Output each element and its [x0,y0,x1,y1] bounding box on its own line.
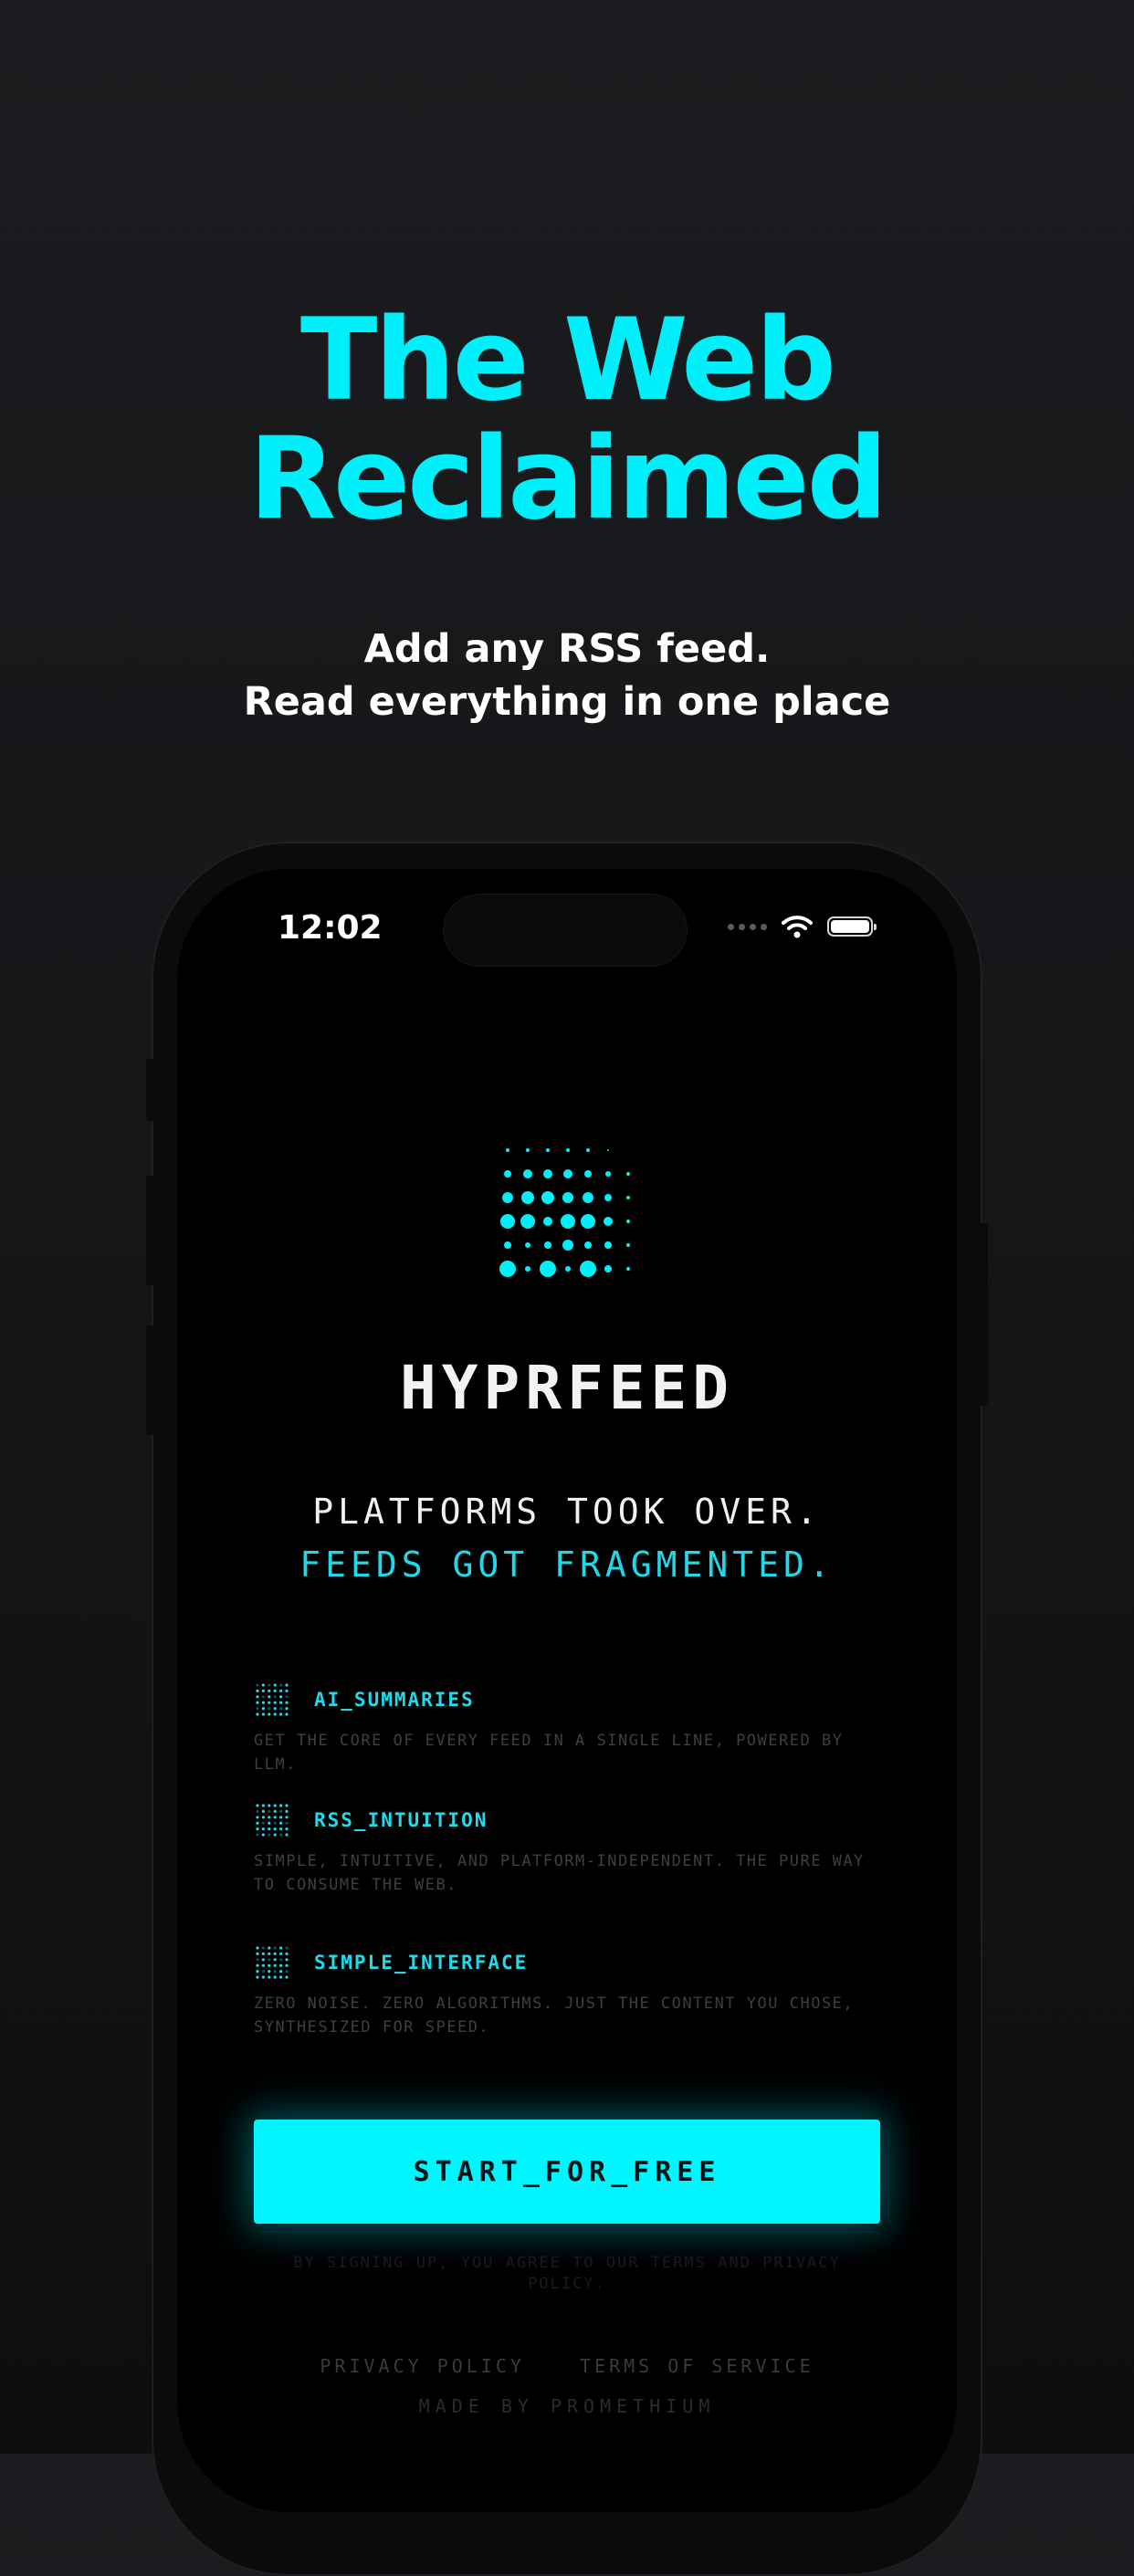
hero-subtitle: Add any RSS feed. Read everything in one… [0,623,1134,728]
battery-icon [827,916,877,937]
cellular-signal-icon [728,923,767,930]
feature-simple-interface: SIMPLE_INTERFACE ZERO NOISE. ZERO ALGORI… [254,1944,893,2039]
dynamic-island [444,895,687,966]
feature-title: AI_SUMMARIES [314,1689,475,1711]
hero-title-line2: Reclaimed [248,414,888,545]
hero-title: The Web Reclaimed [0,301,1134,539]
phone-screen: 12:02 HYPRFEED PLATFORMS TOOK OVER. FEED… [177,869,957,2512]
hero-title-line1: The Web [299,295,836,426]
feature-ai-summaries: AI_SUMMARIES GET THE CORE OF EVERY FEED … [254,1681,893,1776]
status-time: 12:02 [278,909,383,947]
hyprfeed-logo-icon [499,1148,630,1277]
feature-rss-intuition: RSS_INTUITION SIMPLE, INTUITIVE, AND PLA… [254,1802,893,1897]
phone-volume-down-button [146,1325,157,1435]
terms-notice: BY SIGNING UP, YOU AGREE TO OUR TERMS AN… [293,2254,841,2293]
footer-links: PRIVACY POLICY TERMS OF SERVICE [177,2355,957,2377]
hero-subtitle-line2: Read everything in one place [243,679,891,725]
feature-description: SIMPLE, INTUITIVE, AND PLATFORM-INDEPEND… [254,1852,865,1894]
feature-description: ZERO NOISE. ZERO ALGORITHMS. JUST THE CO… [254,1995,855,2037]
phone-power-button [977,1223,988,1406]
privacy-policy-link[interactable]: PRIVACY POLICY [320,2355,525,2377]
phone-action-button [146,1059,157,1121]
made-by-credit: MADE BY PROMETHIUM [418,2395,716,2417]
simple-interface-icon [256,1946,289,1979]
app-brand: HYPRFEED [400,1353,734,1423]
phone-volume-up-button [146,1176,157,1285]
status-icons [728,915,877,938]
terms-of-service-link[interactable]: TERMS OF SERVICE [580,2355,814,2377]
tagline-line2: FEEDS GOT FRAGMENTED. [299,1545,835,1585]
feature-title: SIMPLE_INTERFACE [314,1952,529,1974]
tagline-line1: PLATFORMS TOOK OVER. [312,1492,822,1532]
hero-subtitle-line1: Add any RSS feed. [363,626,771,672]
start-for-free-button[interactable]: START_FOR_FREE [254,2120,880,2224]
ai-summaries-icon [256,1683,289,1716]
rss-intuition-icon [256,1804,289,1837]
wifi-icon [782,916,813,938]
feature-description: GET THE CORE OF EVERY FEED IN A SINGLE L… [254,1732,844,1774]
feature-title: RSS_INTUITION [314,1809,488,1831]
